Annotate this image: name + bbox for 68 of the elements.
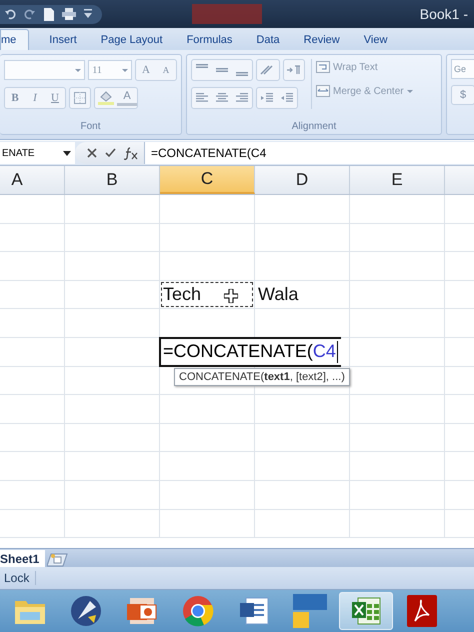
status-text: Lock bbox=[4, 571, 36, 585]
cell-text: Tech bbox=[160, 280, 254, 308]
grid-cell bbox=[0, 309, 65, 338]
wrap-icon bbox=[316, 61, 330, 73]
ribbon-tab[interactable]: me bbox=[0, 29, 30, 50]
cancel-icon[interactable] bbox=[87, 148, 97, 158]
cell-text: Wala bbox=[257, 283, 300, 306]
chrome-icon bbox=[182, 595, 214, 627]
pdf-icon bbox=[407, 595, 437, 627]
formula-field[interactable]: =CONCATENATE(C4 bbox=[144, 142, 474, 164]
dropdown-arrow-icon bbox=[63, 150, 71, 156]
grid-cell bbox=[0, 280, 65, 310]
lines-icon bbox=[196, 64, 208, 68]
border-icon bbox=[74, 92, 86, 104]
ribbon-tab[interactable]: Data bbox=[244, 30, 292, 50]
tiles-icon bbox=[293, 594, 327, 628]
move-cursor-icon bbox=[224, 288, 238, 303]
group-label: Font bbox=[79, 121, 102, 134]
grid-cell bbox=[0, 480, 65, 510]
ribbon-tab[interactable]: Insert bbox=[37, 30, 89, 50]
undo-icon[interactable] bbox=[4, 8, 16, 20]
font-name-field[interactable] bbox=[4, 60, 86, 80]
name-box[interactable]: ENATE bbox=[0, 142, 75, 164]
align-lines-icon bbox=[196, 93, 208, 103]
sheet-tab[interactable]: Sheet1 bbox=[0, 550, 46, 567]
pilcrow-icon bbox=[287, 65, 301, 75]
grid-cell bbox=[0, 366, 65, 396]
grid-cell bbox=[0, 338, 65, 367]
grid-cell bbox=[0, 195, 65, 224]
grid-cell bbox=[0, 452, 65, 481]
dropdown-arrow-icon bbox=[75, 68, 82, 74]
grid-cell bbox=[0, 224, 65, 252]
print-icon[interactable] bbox=[62, 8, 76, 20]
column-header[interactable]: E bbox=[350, 166, 445, 194]
dropdown-icon[interactable] bbox=[84, 9, 92, 19]
grid-cell bbox=[0, 395, 65, 424]
compass-icon bbox=[70, 595, 102, 627]
function-icon[interactable] bbox=[124, 146, 138, 160]
align-lines-icon bbox=[236, 93, 248, 103]
taskbar-button[interactable] bbox=[339, 592, 393, 630]
grid-cell bbox=[0, 252, 65, 281]
window-title: Book1 - bbox=[420, 6, 468, 22]
cell-editor[interactable]: =CONCATENATE(C4 bbox=[159, 336, 341, 367]
column-header[interactable]: D bbox=[255, 166, 350, 194]
indent-icon bbox=[281, 93, 293, 103]
ribbon-tab[interactable]: Page Layout bbox=[88, 30, 175, 50]
lines-icon bbox=[216, 68, 228, 72]
indent-icon bbox=[261, 93, 273, 103]
paint-bucket-icon bbox=[98, 91, 114, 105]
grid-cell bbox=[0, 424, 65, 452]
spreadsheet-icon bbox=[350, 596, 382, 626]
function-tooltip: CONCATENATE(text1, [text2], ...) bbox=[174, 368, 350, 386]
ribbon-tab[interactable]: Review bbox=[292, 30, 352, 50]
merge-icon bbox=[316, 85, 330, 97]
grid-cell bbox=[0, 510, 65, 538]
lines-icon bbox=[236, 72, 248, 76]
insert-sheet-icon[interactable] bbox=[47, 553, 70, 567]
check-icon[interactable] bbox=[105, 148, 116, 158]
redo-icon[interactable] bbox=[24, 8, 36, 20]
group-label: Alignment bbox=[290, 121, 338, 134]
slides-icon bbox=[126, 596, 158, 626]
ribbon-tab[interactable]: View bbox=[352, 30, 400, 50]
align-lines-icon bbox=[216, 93, 228, 103]
column-header[interactable]: C bbox=[160, 166, 255, 194]
column-header[interactable]: A bbox=[0, 166, 65, 194]
ribbon-tab[interactable]: Formulas bbox=[174, 30, 244, 50]
page-icon[interactable] bbox=[44, 8, 54, 20]
document-icon bbox=[238, 596, 270, 626]
